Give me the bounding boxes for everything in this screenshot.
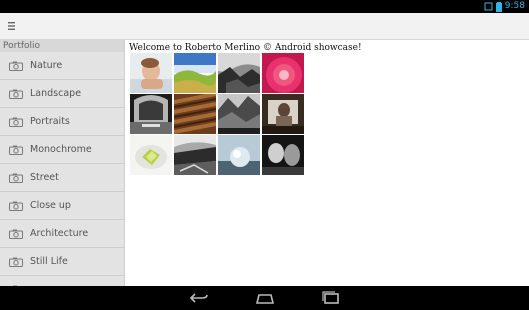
status-bar: 9:58 (0, 0, 529, 13)
sidebar-item-more[interactable] (0, 276, 124, 286)
thumb-red-flower[interactable] (262, 53, 304, 93)
system-navigation-bar (0, 286, 529, 310)
thumb-green-hills[interactable] (174, 53, 216, 93)
thumb-bw-landscape[interactable] (174, 135, 216, 175)
sidebar-item-street[interactable]: Street (0, 164, 124, 192)
status-icons: 9:58 (484, 0, 525, 13)
thumb-brown-texture[interactable] (174, 94, 216, 134)
sidebar-item-architecture[interactable]: Architecture (0, 220, 124, 248)
welcome-text: Welcome to Roberto Merlino © Android sho… (129, 43, 362, 53)
sidebar-item-label: Still Life (30, 256, 68, 267)
thumb-bw-station[interactable] (130, 94, 172, 134)
notification-icon (484, 2, 493, 11)
drawer-header: Portfolio (0, 40, 124, 52)
camera-icon (9, 201, 23, 211)
sidebar-item-label: Landscape (30, 88, 82, 99)
sidebar-item-label: Architecture (30, 228, 89, 239)
thumbnail-grid (130, 53, 304, 175)
camera-icon (9, 257, 23, 267)
thumb-interior[interactable] (262, 94, 304, 134)
thumb-dark-still[interactable] (262, 135, 304, 175)
main-content: Welcome to Roberto Merlino © Android sho… (125, 40, 529, 286)
sidebar-item-landscape[interactable]: Landscape (0, 80, 124, 108)
sidebar-item-label: Nature (30, 60, 63, 71)
thumb-white-plate[interactable] (130, 135, 172, 175)
sidebar-item-close-up[interactable]: Close up (0, 192, 124, 220)
thumb-child-portrait[interactable] (130, 53, 172, 93)
battery-icon (495, 1, 502, 12)
camera-icon (9, 145, 23, 155)
navigation-drawer: Portfolio Nature Landscape Portraits Mon… (0, 40, 125, 286)
action-bar (0, 13, 529, 40)
clock: 9:58 (504, 1, 525, 11)
camera-icon (9, 173, 23, 183)
recent-apps-icon[interactable] (320, 291, 342, 305)
sidebar-item-label: Monochrome (30, 144, 92, 155)
thumb-sphere[interactable] (218, 135, 260, 175)
drawer-menu-icon[interactable] (8, 21, 16, 31)
thumb-bw-cliffs[interactable] (218, 53, 260, 93)
sidebar-item-label: Street (30, 172, 59, 183)
sidebar-item-label: Close up (30, 200, 71, 211)
thumb-bw-rocks[interactable] (218, 94, 260, 134)
home-icon[interactable] (254, 291, 276, 305)
camera-icon (9, 117, 23, 127)
camera-icon (9, 229, 23, 239)
camera-icon (9, 61, 23, 71)
sidebar-item-label: Portraits (30, 116, 70, 127)
sidebar-item-portraits[interactable]: Portraits (0, 108, 124, 136)
sidebar-item-nature[interactable]: Nature (0, 52, 124, 80)
back-icon[interactable] (188, 291, 210, 305)
camera-icon (9, 89, 23, 99)
sidebar-item-still-life[interactable]: Still Life (0, 248, 124, 276)
sidebar-item-monochrome[interactable]: Monochrome (0, 136, 124, 164)
